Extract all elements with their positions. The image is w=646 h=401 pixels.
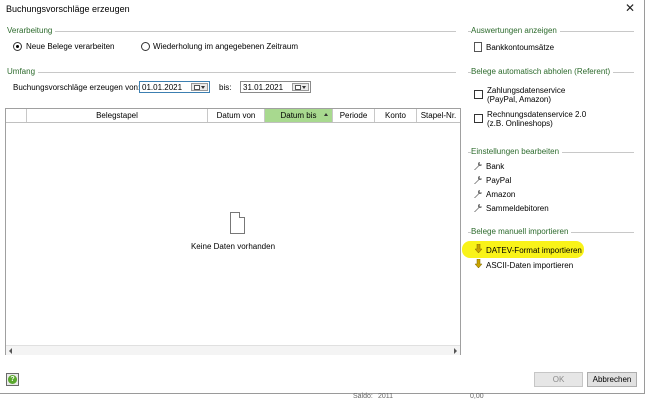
horizontal-scrollbar[interactable] [6, 345, 460, 355]
radio-new-documents[interactable] [13, 42, 22, 51]
date-to-input[interactable]: 31.01.2021 [240, 81, 311, 93]
rechnungsdatenservice-sublabel: (z.B. Onlineshops) [487, 119, 553, 128]
umfang-group-label: Umfang [7, 67, 39, 76]
date-to-value: 31.01.2021 [243, 83, 284, 92]
date-from-picker-button[interactable] [191, 83, 208, 91]
window-title: Buchungsvorschläge erzeugen [6, 4, 130, 14]
calendar-icon [194, 85, 200, 90]
empty-state-text: Keine Daten vorhanden [190, 242, 276, 251]
import-arrow-icon [474, 259, 483, 269]
link-bankkontoumsaetze[interactable]: Bankkontoumsätze [486, 43, 554, 52]
chevron-down-icon [302, 86, 306, 89]
verarbeitung-divider [7, 31, 456, 32]
radio-repeat-period-label[interactable]: Wiederholung im angegebenen Zeitraum [153, 42, 298, 51]
scroll-left-icon[interactable] [9, 348, 12, 354]
wrench-icon [474, 204, 482, 212]
link-ascii-daten-importieren[interactable]: ASCII-Daten importieren [486, 261, 573, 270]
background-value: 2011 [378, 393, 394, 400]
chevron-down-icon [201, 86, 205, 89]
link-settings-sammeldebitoren[interactable]: Sammeldebitoren [486, 204, 549, 213]
date-from-label: Buchungsvorschläge erzeugen von: [13, 83, 141, 92]
calendar-icon [295, 85, 301, 90]
background-saldo-label: Saldo: [353, 393, 373, 400]
close-icon[interactable]: ✕ [625, 1, 635, 15]
sort-ascending-icon [324, 113, 328, 116]
document-batch-table[interactable]: Belegstapel Datum von Datum bis Periode … [5, 108, 461, 355]
table-header: Belegstapel Datum von Datum bis Periode … [6, 109, 460, 123]
date-from-value: 01.01.2021 [142, 83, 183, 92]
manuell-group-label: Belege manuell importieren [471, 227, 572, 236]
rechnungsdatenservice-label[interactable]: Rechnungsdatenservice 2.0 [487, 110, 586, 119]
wrench-icon [474, 162, 482, 170]
checkbox-zahlungsdatenservice[interactable] [474, 90, 483, 99]
zahlungsdatenservice-sublabel: (PayPal, Amazon) [487, 95, 552, 104]
checkbox-rechnungsdatenservice[interactable] [474, 114, 483, 123]
auswertungen-group-label: Auswertungen anzeigen [471, 26, 560, 35]
date-from-input[interactable]: 01.01.2021 [139, 81, 210, 93]
ok-button[interactable]: OK [534, 372, 583, 387]
link-settings-amazon[interactable]: Amazon [486, 190, 515, 199]
einstellungen-group-label: Einstellungen bearbeiten [471, 147, 563, 156]
column-header-konto[interactable]: Konto [375, 109, 417, 122]
background-amount: 0,00 [470, 393, 484, 400]
date-to-label: bis: [219, 83, 232, 92]
dialog-window: Buchungsvorschläge erzeugen ✕ Verarbeitu… [0, 0, 645, 394]
verarbeitung-group-label: Verarbeitung [7, 26, 56, 35]
help-icon: ? [8, 375, 17, 384]
scroll-right-icon[interactable] [454, 348, 457, 354]
radio-new-documents-label[interactable]: Neue Belege verarbeiten [26, 42, 115, 51]
column-header-datum-von[interactable]: Datum von [208, 109, 265, 122]
zahlungsdatenservice-label[interactable]: Zahlungsdatenservice [487, 86, 565, 95]
wrench-icon [474, 176, 482, 184]
column-header-periode[interactable]: Periode [333, 109, 375, 122]
link-settings-bank[interactable]: Bank [486, 162, 504, 171]
import-arrow-icon [474, 244, 483, 254]
column-header-belegstapel[interactable]: Belegstapel [27, 109, 208, 122]
auto-abholen-group-label: Belege automatisch abholen (Referent) [471, 67, 614, 76]
umfang-divider [7, 72, 456, 73]
link-settings-paypal[interactable]: PayPal [486, 176, 511, 185]
column-header-selector[interactable] [6, 109, 27, 122]
column-header-datum-bis-label: Datum bis [280, 111, 317, 120]
document-icon [474, 42, 482, 52]
wrench-icon [474, 190, 482, 198]
title-bar[interactable]: Buchungsvorschläge erzeugen ✕ [0, 0, 644, 18]
help-button[interactable]: ? [6, 373, 19, 386]
date-to-picker-button[interactable] [292, 83, 309, 91]
column-header-datum-bis[interactable]: Datum bis [265, 109, 333, 122]
radio-repeat-period[interactable] [141, 42, 150, 51]
cancel-button[interactable]: Abbrechen [587, 372, 637, 387]
column-header-stapel-nr[interactable]: Stapel-Nr. [417, 109, 460, 122]
link-datev-format-importieren[interactable]: DATEV-Format importieren [486, 246, 582, 255]
empty-document-icon [230, 212, 245, 234]
